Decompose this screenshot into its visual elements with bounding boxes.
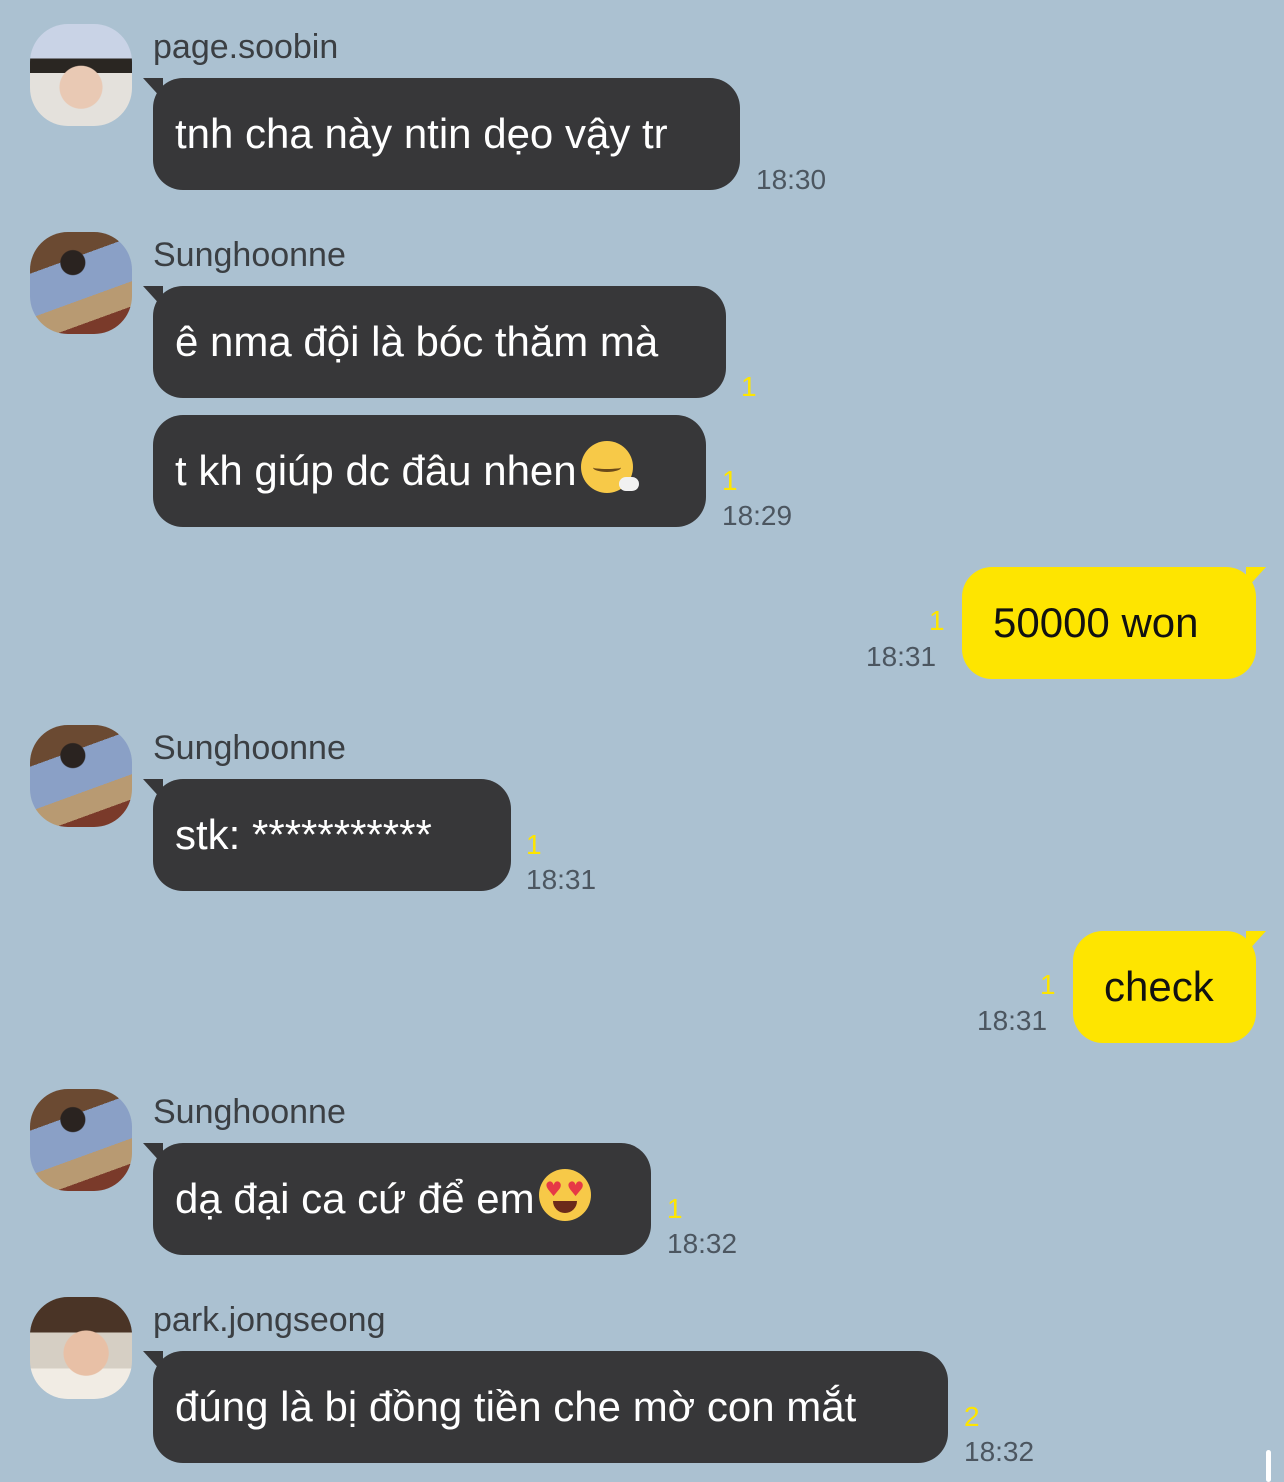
face-exhaling-emoji <box>580 441 639 493</box>
scrollbar[interactable] <box>1266 1450 1271 1482</box>
message-time: 18:30 <box>756 164 827 195</box>
smiling-face-with-heart-eyes-emoji <box>538 1169 591 1221</box>
message-time: 18:32 <box>964 1436 1035 1467</box>
sender-name: Sunghoonne <box>153 729 346 767</box>
sender-name: park.jongseong <box>153 1301 386 1339</box>
sender-name: page.soobin <box>153 28 339 66</box>
message-bubble[interactable]: đúng là bị đồng tiền che mờ con mắt <box>143 1351 948 1463</box>
message-text: t kh giúp dc đâu nhen <box>175 447 577 494</box>
sender-name: Sunghoonne <box>153 1093 346 1131</box>
unread-count: 1 <box>1040 969 1056 1000</box>
message-time: 18:31 <box>526 864 597 895</box>
message-bubble[interactable]: tnh cha này ntin dẹo vậy tr <box>143 78 740 190</box>
message-text: stk: *********** <box>175 811 432 858</box>
message-bubble[interactable]: t kh giúp dc đâu nhen <box>153 415 706 527</box>
avatar[interactable] <box>30 232 132 334</box>
message-bubble[interactable]: stk: *********** <box>143 779 511 891</box>
message-bubble[interactable]: dạ đại ca cứ để em <box>143 1143 651 1255</box>
avatar[interactable] <box>30 1089 132 1191</box>
message-time: 18:32 <box>667 1228 738 1259</box>
sender-name: Sunghoonne <box>153 236 346 274</box>
message-text: dạ đại ca cứ để em <box>175 1175 535 1222</box>
message-text: ê nma đội là bóc thăm mà <box>175 318 659 365</box>
unread-count: 1 <box>929 605 945 636</box>
message-text: 50000 won <box>993 599 1199 646</box>
message-bubble[interactable]: ê nma đội là bóc thăm mà <box>143 286 726 398</box>
unread-count: 2 <box>964 1401 980 1432</box>
message-time: 18:31 <box>866 641 937 672</box>
message-text: tnh cha này ntin dẹo vậy tr <box>175 110 668 157</box>
message-time: 18:31 <box>977 1005 1048 1036</box>
chat-window: page.soobin tnh cha này ntin dẹo vậy tr … <box>0 0 1284 1482</box>
message-time: 18:29 <box>722 500 793 531</box>
message-text: đúng là bị đồng tiền che mờ con mắt <box>175 1383 857 1430</box>
unread-count: 1 <box>667 1193 683 1224</box>
unread-count: 1 <box>526 829 542 860</box>
unread-count: 1 <box>741 371 757 402</box>
avatar[interactable] <box>30 24 132 126</box>
message-bubble[interactable]: check <box>1073 931 1266 1043</box>
avatar[interactable] <box>30 1297 132 1399</box>
message-text: check <box>1104 963 1214 1010</box>
message-bubble[interactable]: 50000 won <box>962 567 1266 679</box>
unread-count: 1 <box>722 465 738 496</box>
avatar[interactable] <box>30 725 132 827</box>
